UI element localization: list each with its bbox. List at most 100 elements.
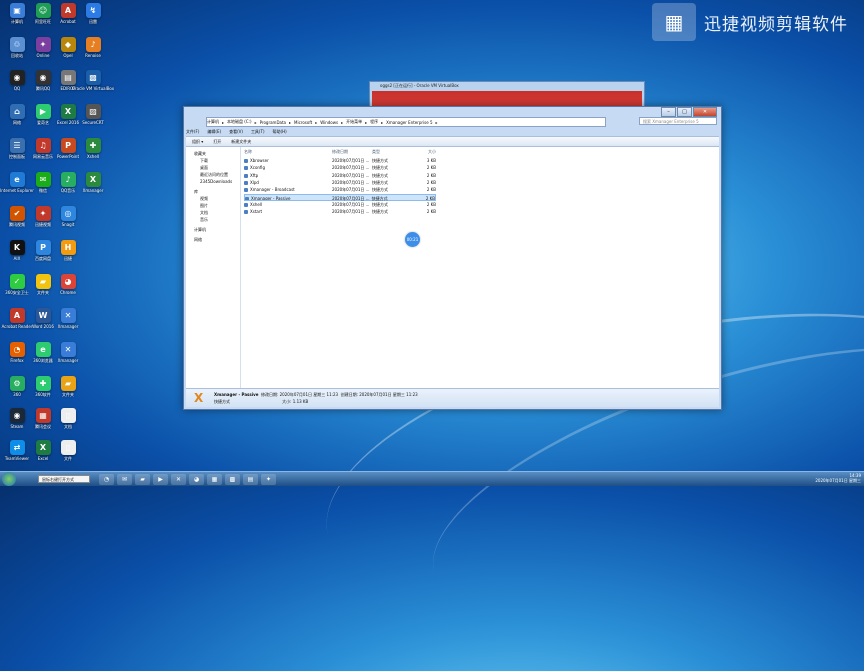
taskbar-app-wechat[interactable]: ✉ <box>117 473 132 485</box>
search-input[interactable]: 搜索 Xmanager Enterprise 5 <box>639 117 717 125</box>
desktop-icon[interactable]: ⚙ 360 <box>4 376 30 402</box>
file-row[interactable]: Xftp 2020年07月01日 ... 快捷方式 2 KB <box>244 172 436 179</box>
desktop-icon[interactable]: W Word 2016 <box>30 308 56 334</box>
desktop-icon[interactable]: ▯ 文档 <box>55 408 81 434</box>
nav-item-documents[interactable]: 文档 <box>186 209 240 216</box>
desktop-icon[interactable]: ▰ 文件夹 <box>30 274 56 300</box>
desktop-icon[interactable]: ✚ Xshell <box>80 138 106 164</box>
file-row[interactable]: Xconfig 2020年07月01日 ... 快捷方式 2 KB <box>244 164 436 171</box>
col-type[interactable]: 类型 <box>372 149 416 155</box>
desktop-icon[interactable]: ✕ Xmanager <box>55 342 81 368</box>
desktop-icon[interactable]: H 迅捷 <box>55 240 81 266</box>
desktop-icon[interactable]: ✓ 360安全卫士 <box>4 274 30 300</box>
file-row[interactable]: Xmanager - Passive 2020年07月01日 ... 快捷方式 2 K… <box>244 193 436 201</box>
breadcrumb-item[interactable]: 开始菜单 <box>346 119 362 125</box>
col-date[interactable]: 修改日期 <box>332 149 372 155</box>
file-row[interactable]: Xstart 2020年07月01日 ... 快捷方式 2 KB <box>244 208 436 215</box>
desktop-icon[interactable]: ◔ Firefox <box>4 342 30 368</box>
desktop-icon[interactable]: P 百度网盘 <box>30 240 56 266</box>
address-bar[interactable]: 计算机 ▸ 本地磁盘 (C:) ▸ ProgramData ▸ Microsoft ▸ Wind… <box>206 117 606 127</box>
desktop-icon[interactable]: ♪ QQ音乐 <box>55 172 81 198</box>
desktop-icon[interactable]: ◆ Opel <box>55 37 81 63</box>
desktop-icon[interactable]: ▨ SecureCRT <box>80 104 106 130</box>
desktop-icon[interactable]: K AIX <box>4 240 30 266</box>
desktop-icon[interactable]: e 360浏览器 <box>30 342 56 368</box>
desktop-icon[interactable]: e Internet Explorer <box>0 172 34 198</box>
desktop-icon[interactable]: ▣ 计算机 <box>4 3 30 29</box>
taskbar-app-xmanager[interactable]: ✕ <box>171 473 186 485</box>
breadcrumb-item[interactable]: 计算机 <box>207 119 219 125</box>
breadcrumb-separator-icon[interactable]: ▸ <box>255 120 257 125</box>
file-row[interactable]: Xlpd 2020年07月01日 ... 快捷方式 2 KB <box>244 179 436 186</box>
desktop-icon[interactable]: ✦ 迅捷视频 <box>30 206 56 232</box>
desktop-icon[interactable]: ✦ Online <box>30 37 56 63</box>
desktop-icon[interactable]: X Excel <box>30 440 56 466</box>
breadcrumb-separator-icon[interactable]: ▸ <box>222 120 224 125</box>
toolbar-button[interactable]: 打开 <box>213 139 221 145</box>
nav-item-pictures[interactable]: 图片 <box>186 202 240 209</box>
breadcrumb-item[interactable]: 程序 <box>370 119 378 125</box>
start-button[interactable] <box>2 472 16 486</box>
desktop-icon[interactable]: ☰ 控制面板 <box>4 138 30 164</box>
toolbar-button[interactable]: 新建文件夹 <box>231 139 251 145</box>
minimize-button[interactable]: – <box>661 107 676 117</box>
nav-favorites[interactable]: 收藏夹 <box>186 150 240 157</box>
taskbar-app-video[interactable]: ✦ <box>261 473 276 485</box>
menu-item[interactable]: 帮助(H) <box>273 128 287 135</box>
breadcrumb-separator-icon[interactable]: ▸ <box>341 120 343 125</box>
breadcrumb-item[interactable]: ProgramData <box>260 120 286 125</box>
taskbar-app-virtualbox[interactable]: ▩ <box>225 473 240 485</box>
toolbar-button[interactable]: 组织 ▾ <box>192 139 203 145</box>
breadcrumb-item[interactable]: 本地磁盘 (C:) <box>227 119 252 125</box>
desktop-icon[interactable]: ♲ 回收站 <box>4 37 30 63</box>
desktop-icon[interactable]: ▶ 爱奇艺 <box>30 104 56 130</box>
breadcrumb-item[interactable]: Xmanager Enterprise 5 <box>386 120 432 125</box>
col-name[interactable]: 名称 <box>244 149 332 155</box>
nav-item-videos[interactable]: 视频 <box>186 195 240 202</box>
desktop-icon[interactable]: ▩ Oracle VM VirtualBox <box>72 70 114 96</box>
desktop-icon[interactable]: P PowerPoint <box>55 138 81 164</box>
desktop-icon[interactable]: ♪ Renoise <box>80 37 106 63</box>
breadcrumb-separator-icon[interactable]: ▸ <box>315 120 317 125</box>
nav-item-2345downloads[interactable]: 2345Downloads <box>186 178 240 185</box>
breadcrumb-separator-icon[interactable]: ▸ <box>289 120 291 125</box>
nav-item-recent[interactable]: 最近访问的位置 <box>186 171 240 178</box>
menu-item[interactable]: 工具(T) <box>251 128 265 135</box>
nav-computer[interactable]: 计算机 <box>186 226 240 233</box>
desktop-icon[interactable]: ✉ 微信 <box>30 172 56 198</box>
desktop-icon[interactable]: ▤ EDIROF <box>55 70 81 96</box>
desktop-icon[interactable]: A Acrobat Reader <box>2 308 32 334</box>
nav-item-music[interactable]: 音乐 <box>186 216 240 223</box>
desktop-icon[interactable]: ▦ 腾讯会议 <box>30 408 56 434</box>
desktop-icon[interactable]: ◎ Snagit <box>55 206 81 232</box>
breadcrumb-separator-icon[interactable]: ▸ <box>365 120 367 125</box>
taskbar-app-chrome[interactable]: ◕ <box>189 473 204 485</box>
taskbar-app-firefox[interactable]: ◔ <box>99 473 114 485</box>
breadcrumb-separator-icon[interactable]: ▸ <box>436 120 438 125</box>
desktop-icon[interactable]: ◉ QQ <box>4 70 30 96</box>
nav-item-downloads[interactable]: 下载 <box>186 157 240 164</box>
nav-network[interactable]: 网络 <box>186 236 240 243</box>
nav-libraries[interactable]: 库 <box>186 188 240 195</box>
desktop-icon[interactable]: ⌂ 网络 <box>4 104 30 130</box>
desktop-icon[interactable]: ✔ 腾讯视频 <box>4 206 30 232</box>
taskbar-app-explorer[interactable]: ▦ <box>207 473 222 485</box>
desktop-icon[interactable]: ◉ Steam <box>4 408 30 434</box>
breadcrumb-item[interactable]: Windows <box>320 120 338 125</box>
breadcrumb-separator-icon[interactable]: ▸ <box>381 120 383 125</box>
desktop-icon[interactable]: ◉ 腾讯QQ <box>30 70 56 96</box>
desktop-icon[interactable]: ◕ Chrome <box>55 274 81 300</box>
desktop-icon[interactable]: ♫ 网易云音乐 <box>30 138 56 164</box>
close-button[interactable]: ✕ <box>693 107 717 117</box>
desktop-icon[interactable]: X Excel 2016 <box>55 104 81 130</box>
file-row[interactable]: Xmanager - Broadcast 2020年07月01日 ... 快捷方式 2… <box>244 186 436 193</box>
nav-item-desktop[interactable]: 桌面 <box>186 164 240 171</box>
desktop-icon[interactable]: ✚ 360软件 <box>30 376 56 402</box>
file-row[interactable]: Xshell 2020年07月01日 ... 快捷方式 2 KB <box>244 201 436 208</box>
menu-item[interactable]: 查看(V) <box>229 128 243 135</box>
desktop-icon[interactable]: X Xmanager <box>80 172 106 198</box>
breadcrumb-item[interactable]: Microsoft <box>294 120 312 125</box>
desktop-icon[interactable]: ✕ Xmanager <box>55 308 81 334</box>
desktop-icon[interactable]: ▰ 文件夹 <box>55 376 81 402</box>
menu-item[interactable]: 编辑(E) <box>207 128 221 135</box>
